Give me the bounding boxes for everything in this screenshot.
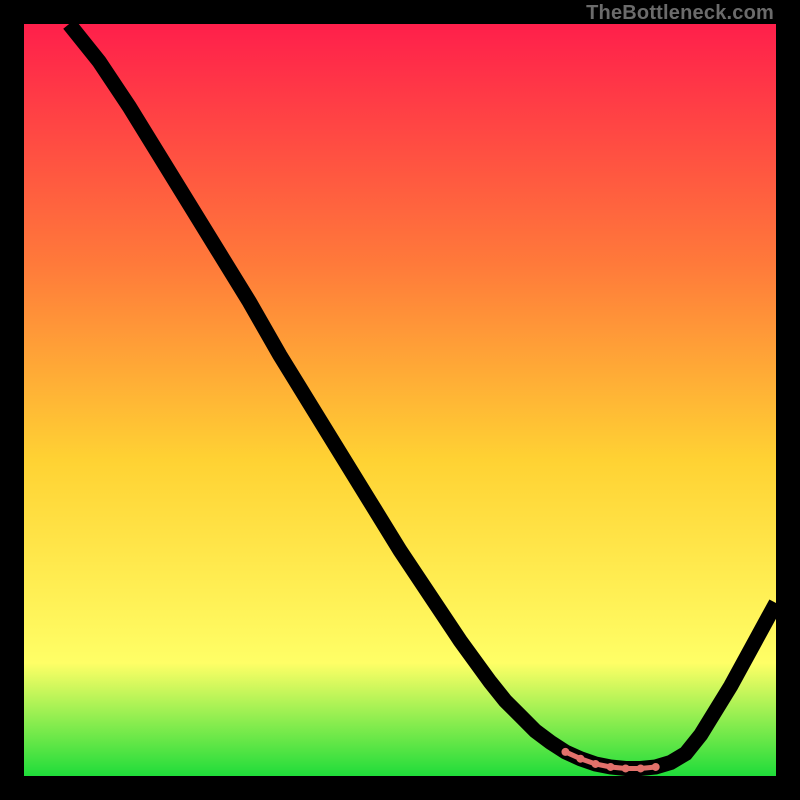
marker-dot bbox=[652, 763, 660, 771]
chart-frame bbox=[24, 24, 776, 776]
marker-dot bbox=[637, 764, 645, 772]
marker-dot bbox=[622, 764, 630, 772]
marker-dot bbox=[607, 763, 615, 771]
bottleneck-chart bbox=[24, 24, 776, 776]
watermark-text: TheBottleneck.com bbox=[586, 2, 774, 25]
marker-dot bbox=[576, 755, 584, 763]
marker-dot bbox=[592, 760, 600, 768]
gradient-background bbox=[24, 24, 776, 776]
marker-dot bbox=[561, 748, 569, 756]
